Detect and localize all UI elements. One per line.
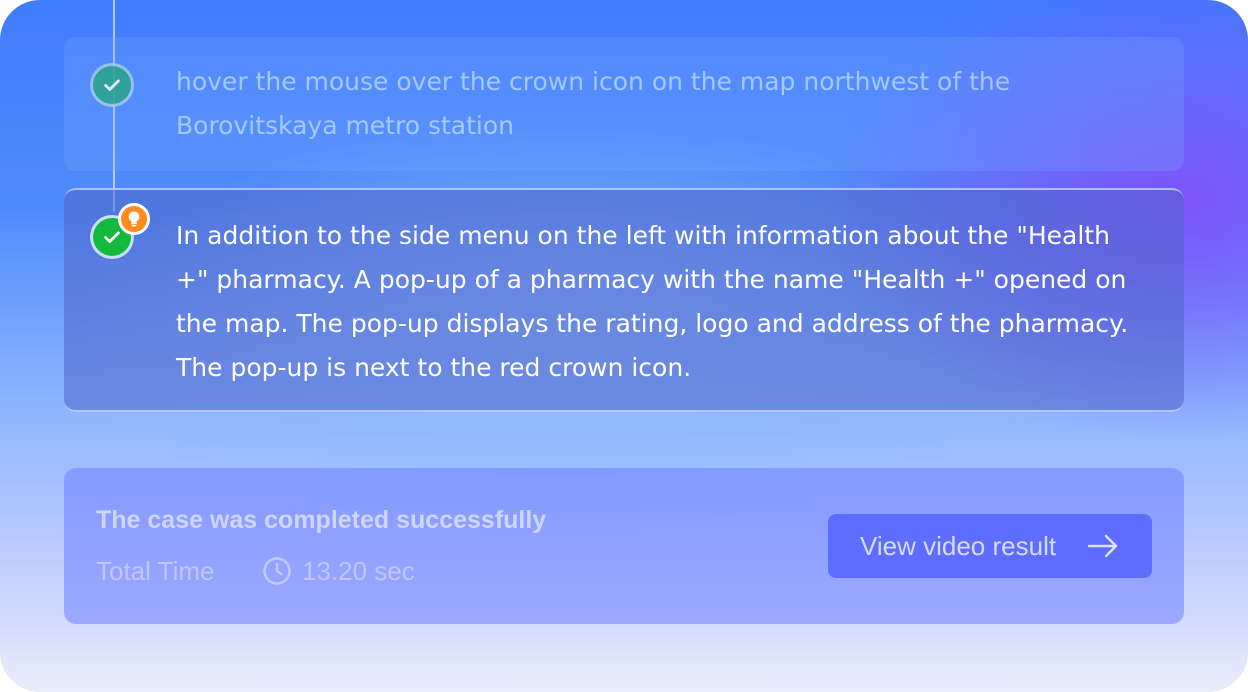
step-description: hover the mouse over the crown icon on t… bbox=[176, 67, 1011, 140]
check-icon bbox=[90, 63, 134, 107]
lightbulb-icon[interactable] bbox=[118, 203, 150, 235]
view-video-result-label: View video result bbox=[860, 530, 1057, 561]
step-card-completed[interactable]: hover the mouse over the crown icon on t… bbox=[64, 37, 1184, 171]
step-card-active[interactable]: In addition to the side menu on the left… bbox=[64, 188, 1184, 412]
arrow-right-icon bbox=[1087, 534, 1118, 558]
step-description: In addition to the side menu on the left… bbox=[176, 221, 1129, 382]
total-time-value: 13.20 sec bbox=[302, 556, 415, 586]
result-card: The case was completed successfully Tota… bbox=[64, 468, 1184, 624]
clock-icon bbox=[263, 557, 291, 585]
case-panel: hover the mouse over the crown icon on t… bbox=[0, 0, 1248, 692]
result-title: The case was completed successfully bbox=[96, 506, 547, 534]
view-video-result-button[interactable]: View video result bbox=[828, 514, 1152, 578]
total-time-label: Total Time bbox=[96, 556, 215, 586]
